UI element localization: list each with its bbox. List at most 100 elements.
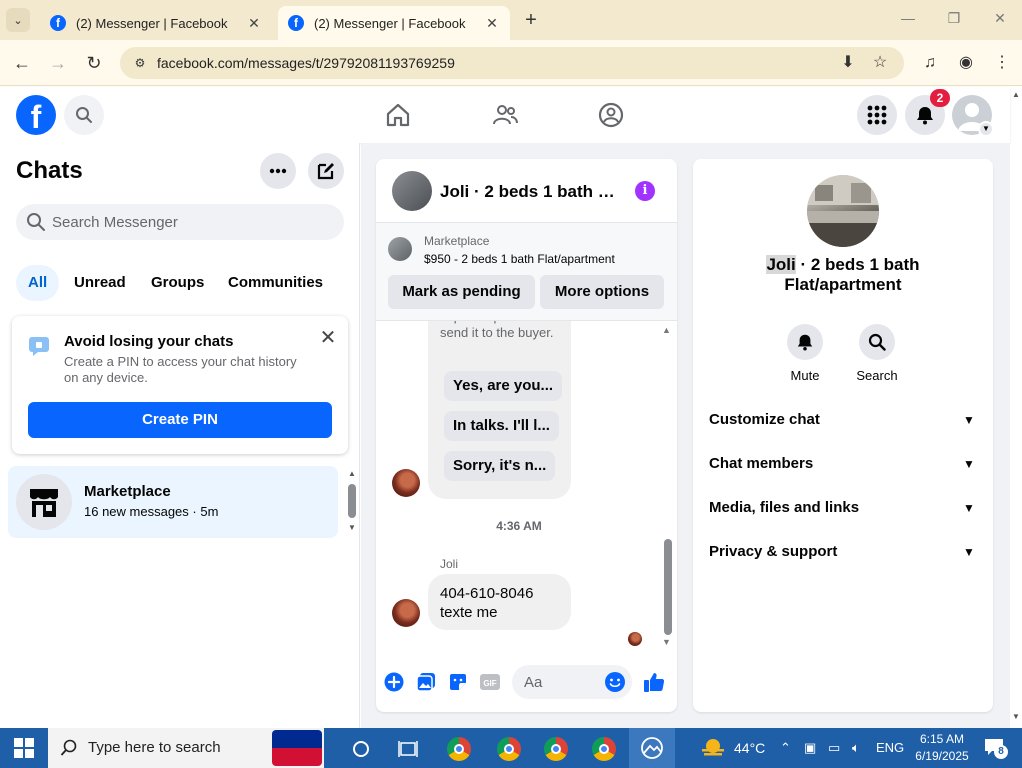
- taskbar-clock[interactable]: 6:15 AM 6/19/2025: [906, 731, 978, 765]
- sender-avatar[interactable]: [392, 599, 420, 627]
- omnibox[interactable]: ⚙ facebook.com/messages/t/29792081193769…: [120, 47, 904, 79]
- weather-haze-icon[interactable]: [700, 737, 726, 759]
- forward-icon[interactable]: →: [46, 51, 70, 75]
- message-scroll-thumb[interactable]: [664, 539, 672, 635]
- filter-all[interactable]: All: [16, 265, 60, 301]
- clock-date: 6/19/2025: [915, 749, 969, 763]
- add-attachment-icon[interactable]: [383, 671, 405, 693]
- close-window-icon[interactable]: ✕: [990, 10, 1010, 27]
- meet-now-icon[interactable]: ▣: [804, 740, 816, 756]
- create-pin-button[interactable]: Create PIN: [28, 402, 332, 438]
- close-tab-icon[interactable]: ✕: [246, 15, 262, 32]
- mute-button[interactable]: Mute: [775, 324, 835, 383]
- section-chat-members[interactable]: Chat members ▼: [709, 449, 979, 479]
- chevron-down-icon[interactable]: ▼: [978, 121, 994, 137]
- scroll-up-icon[interactable]: ▲: [662, 325, 671, 335]
- message-list[interactable]: Tap a response to send it to the buyer. …: [376, 321, 677, 651]
- quick-reply-option[interactable]: In talks. I'll l...: [444, 411, 559, 441]
- chrome-menu-icon[interactable]: ⋮: [990, 51, 1014, 75]
- action-center-icon[interactable]: 8: [984, 738, 1008, 759]
- listing-photo[interactable]: [807, 175, 879, 247]
- address-bar-row: ← → ↻ ⚙ facebook.com/messages/t/29792081…: [0, 40, 1022, 86]
- info-icon[interactable]: i: [635, 181, 655, 201]
- quick-reply-hint: Tap a response to send it to the buyer.: [440, 321, 554, 340]
- new-message-button[interactable]: [308, 153, 344, 189]
- facebook-favicon-icon: f: [288, 15, 304, 31]
- page-scroll-down-icon[interactable]: ▼: [1012, 712, 1020, 721]
- quick-reply-option[interactable]: Yes, are you...: [444, 371, 563, 401]
- chrome-profile-icon[interactable]: [496, 736, 522, 762]
- conversation-item-marketplace[interactable]: Marketplace 16 new messages · 5m: [8, 466, 338, 538]
- listing-avatar[interactable]: [392, 171, 432, 211]
- back-icon[interactable]: ←: [10, 51, 34, 75]
- chat-title[interactable]: Joli · 2 beds 1 bath Fl...: [440, 182, 620, 202]
- mark-as-pending-button[interactable]: Mark as pending: [388, 275, 535, 309]
- install-app-icon[interactable]: ⬇: [838, 53, 858, 73]
- message-input[interactable]: [524, 665, 604, 699]
- restore-icon[interactable]: ❐: [944, 10, 964, 27]
- cortana-icon[interactable]: [348, 736, 374, 762]
- messenger-search-input[interactable]: [52, 204, 332, 240]
- listing-thumbnail: [388, 237, 412, 261]
- filter-unread[interactable]: Unread: [62, 265, 138, 301]
- chat-bubble-lock-icon: [29, 337, 49, 356]
- conversation-preview: 16 new messages · 5m: [84, 504, 219, 519]
- profile-icon[interactable]: ◉: [954, 51, 978, 75]
- groups-icon[interactable]: [597, 101, 625, 129]
- photo-icon[interactable]: [415, 671, 437, 693]
- facebook-logo-icon[interactable]: f: [16, 95, 56, 135]
- listing-title[interactable]: $950 - 2 beds 1 bath Flat/apartment: [424, 252, 615, 266]
- search-conversation-button[interactable]: Search: [847, 324, 907, 383]
- messenger-search-box[interactable]: [16, 204, 344, 240]
- windows-start-icon[interactable]: [14, 738, 34, 758]
- section-privacy-support[interactable]: Privacy & support ▼: [709, 537, 979, 567]
- scroll-down-icon[interactable]: ▼: [662, 637, 671, 647]
- section-media-files-links[interactable]: Media, files and links ▼: [709, 493, 979, 523]
- bookmark-star-icon[interactable]: ☆: [870, 53, 890, 73]
- facebook-favicon-icon: f: [50, 15, 66, 31]
- scroll-up-icon[interactable]: ▲: [348, 469, 356, 478]
- show-hidden-icons-icon[interactable]: ⌃: [780, 740, 791, 756]
- reload-icon[interactable]: ↻: [82, 51, 106, 75]
- more-options-button[interactable]: More options: [540, 275, 664, 309]
- tab-search-dropdown-icon[interactable]: ⌄: [6, 8, 30, 32]
- chat-options-button[interactable]: [260, 153, 296, 189]
- notification-count: 8: [994, 745, 1008, 759]
- quick-reply-option[interactable]: Sorry, it's n...: [444, 451, 556, 481]
- scroll-down-icon[interactable]: ▼: [348, 523, 356, 532]
- new-tab-icon[interactable]: +: [520, 9, 542, 31]
- sidebar-scroll-thumb[interactable]: [348, 484, 356, 518]
- close-tab-icon[interactable]: ✕: [484, 15, 500, 32]
- browser-tab-2[interactable]: f (2) Messenger | Facebook ✕: [278, 6, 510, 40]
- page-scroll-up-icon[interactable]: ▲: [1012, 90, 1020, 99]
- network-icon[interactable]: ▭: [828, 740, 840, 756]
- close-icon[interactable]: ✕: [316, 326, 340, 350]
- taskbar-active-app[interactable]: [629, 728, 675, 768]
- volume-icon[interactable]: 🔈︎: [852, 740, 860, 756]
- friends-icon[interactable]: [491, 101, 519, 129]
- filter-groups[interactable]: Groups: [139, 265, 216, 301]
- media-control-icon[interactable]: ♫: [918, 51, 942, 75]
- like-thumbs-up-icon[interactable]: [643, 671, 665, 693]
- chrome-profile-icon[interactable]: [591, 736, 617, 762]
- menu-grid-button[interactable]: [857, 95, 897, 135]
- sticker-icon[interactable]: [447, 671, 469, 693]
- browser-tab-1[interactable]: f (2) Messenger | Facebook ✕: [40, 6, 272, 40]
- site-info-icon[interactable]: ⚙: [132, 55, 148, 71]
- filter-communities[interactable]: Communities: [216, 265, 335, 301]
- sender-avatar[interactable]: [392, 469, 420, 497]
- task-view-icon[interactable]: [395, 736, 421, 762]
- gif-icon[interactable]: GIF: [479, 671, 501, 693]
- emoji-icon[interactable]: [604, 671, 626, 693]
- chrome-icon[interactable]: [446, 736, 472, 762]
- temperature[interactable]: 44°C: [734, 740, 765, 756]
- url-text[interactable]: facebook.com/messages/t/2979208119376925…: [157, 55, 455, 71]
- home-icon[interactable]: [384, 101, 412, 129]
- minimize-icon[interactable]: —: [898, 10, 918, 26]
- mute-label: Mute: [790, 368, 820, 383]
- language-indicator[interactable]: ENG: [876, 740, 904, 755]
- facebook-search-button[interactable]: [64, 95, 104, 135]
- chrome-profile-icon[interactable]: [543, 736, 569, 762]
- section-customize-chat[interactable]: Customize chat ▼: [709, 405, 979, 435]
- taskbar-search-box[interactable]: Type here to search: [48, 728, 324, 768]
